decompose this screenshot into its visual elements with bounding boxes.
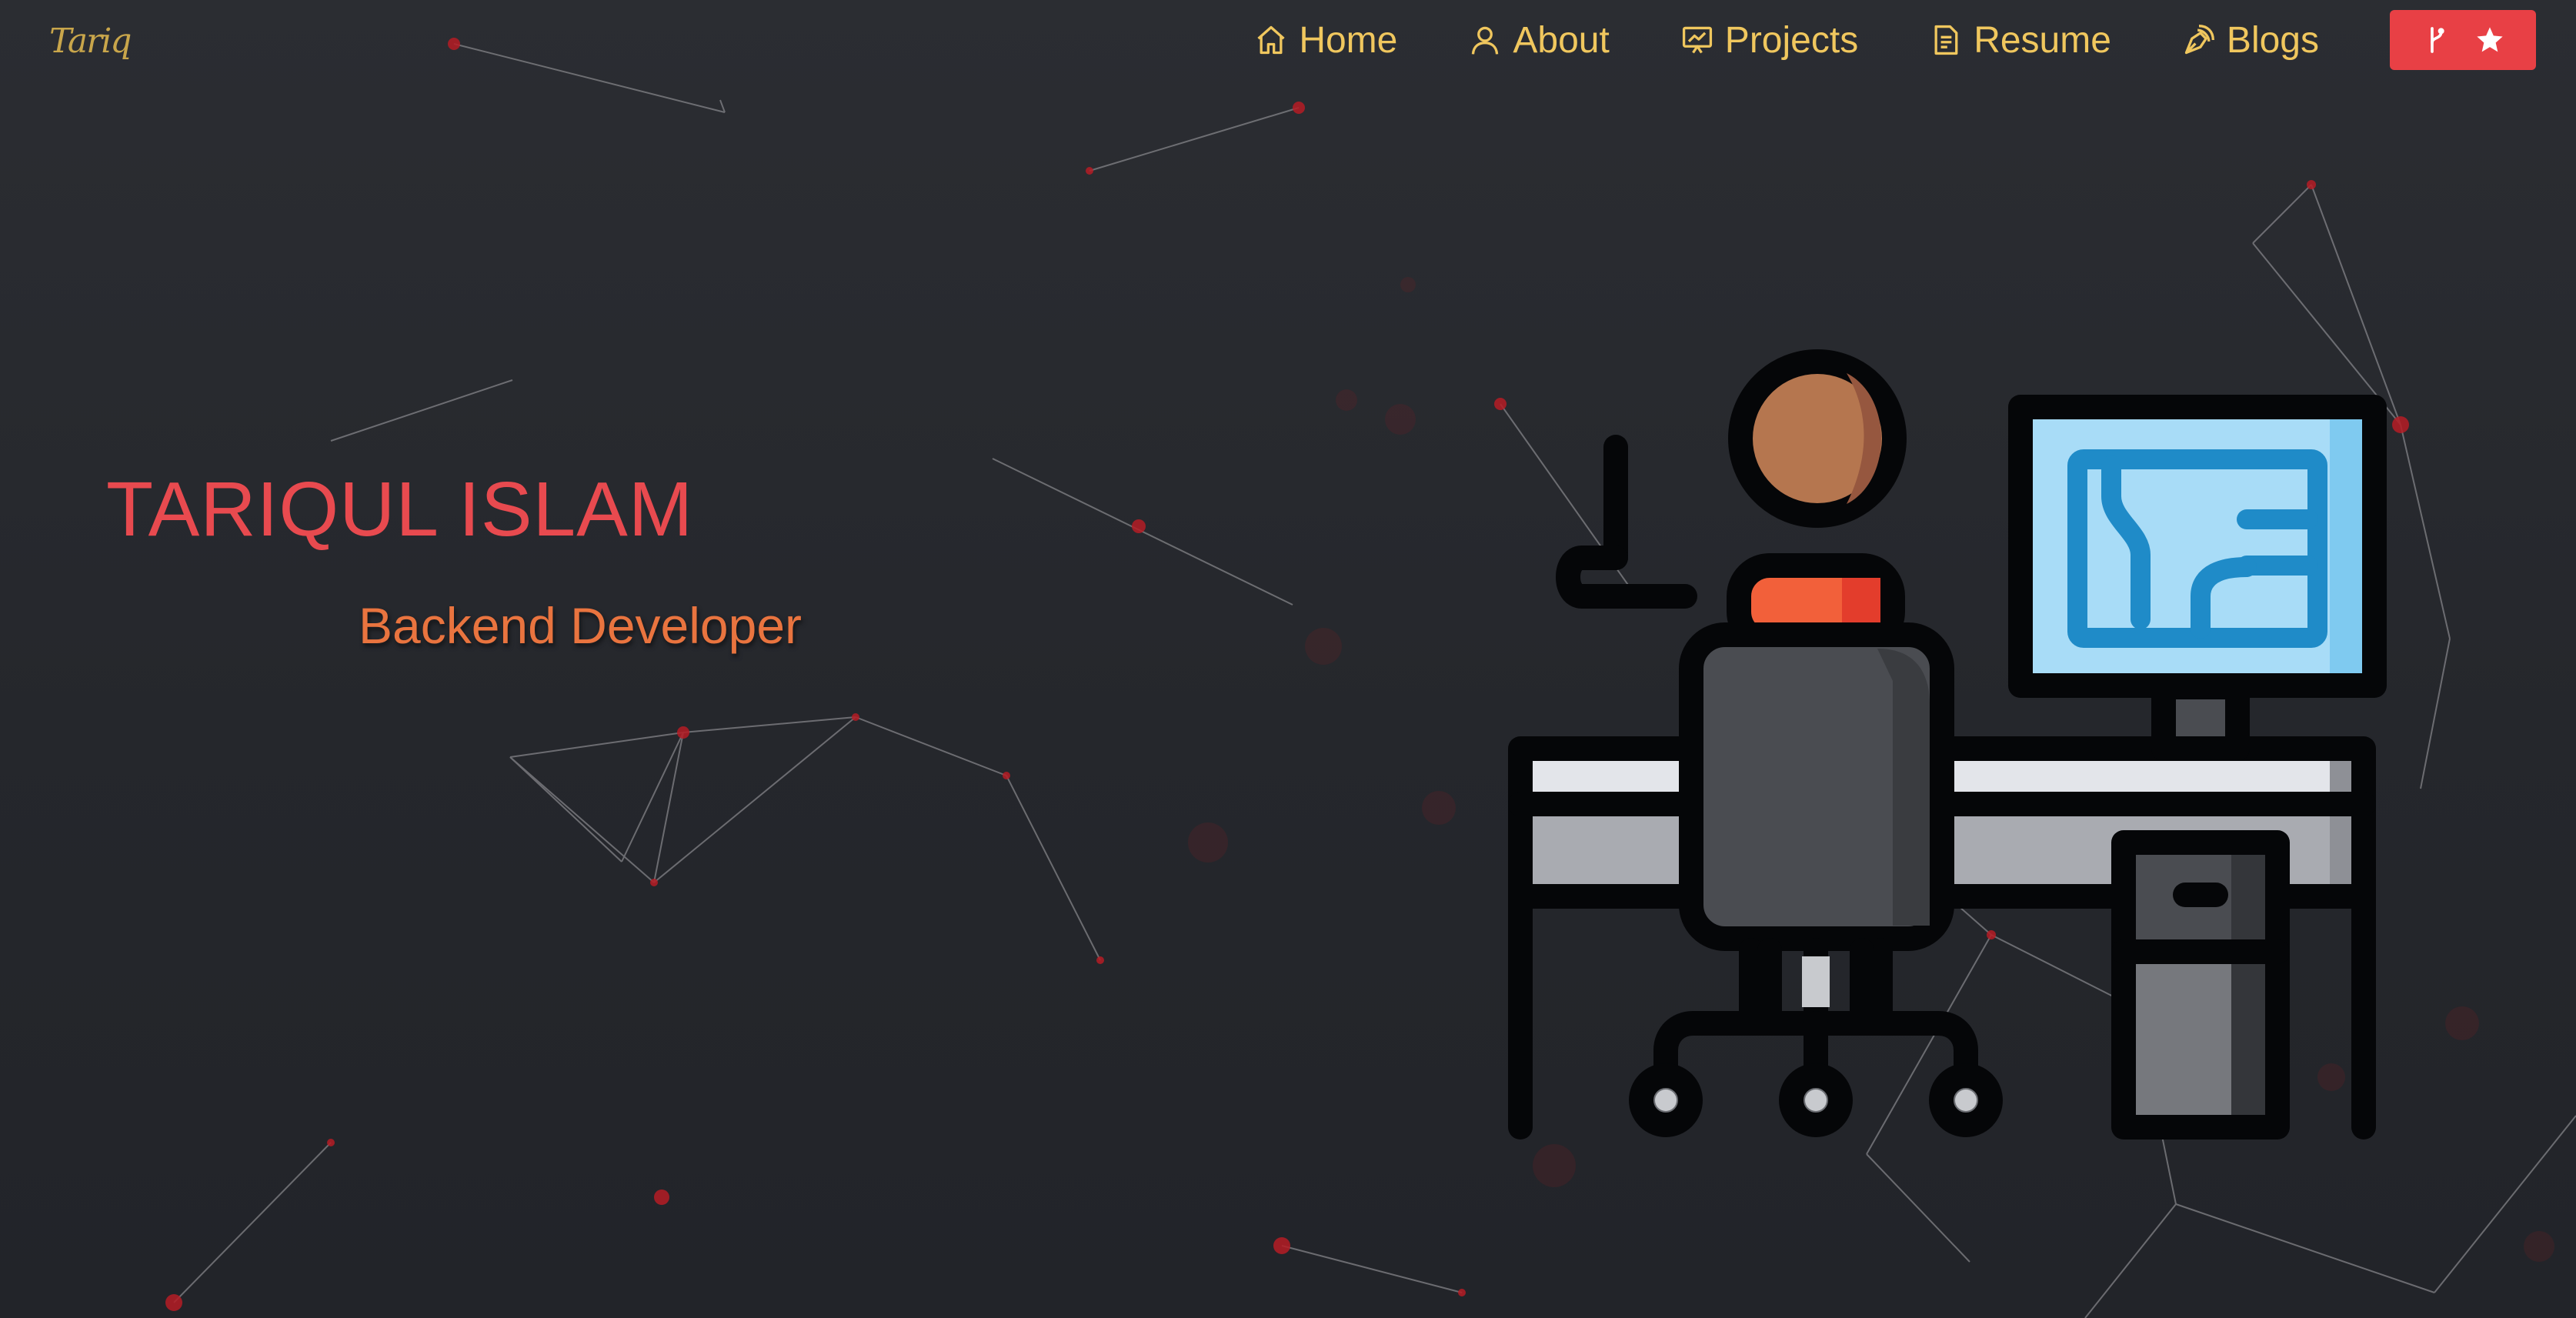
main-nav: Home About Projects Resume Blogs — [1254, 0, 2576, 80]
nav-home[interactable]: Home — [1254, 19, 1397, 62]
hero-role: Backend Developer — [359, 597, 802, 654]
hero-section: Tariq Home About Projects Resume Blogs T… — [0, 0, 2576, 1318]
nav-home-label: Home — [1299, 19, 1398, 61]
document-icon — [1934, 25, 1958, 55]
nav-about[interactable]: About — [1468, 19, 1610, 62]
presentation-icon — [1682, 26, 1712, 54]
nav-about-label: About — [1513, 19, 1610, 61]
home-icon — [1257, 25, 1285, 55]
star-icon — [2477, 27, 2503, 52]
fork-icon — [2431, 27, 2444, 53]
site-logo[interactable]: Tariq — [49, 22, 132, 61]
github-star-button[interactable] — [2390, 10, 2536, 70]
developer-illustration — [1508, 349, 2387, 1139]
nav-blogs-label: Blogs — [2226, 19, 2319, 61]
hero-name: TARIQUL ISLAM — [106, 466, 694, 552]
user-icon — [1472, 26, 1499, 55]
nav-projects[interactable]: Projects — [1680, 19, 1858, 62]
nav-resume[interactable]: Resume — [1929, 19, 2111, 62]
nav-resume-label: Resume — [1974, 19, 2111, 61]
pen-nib-icon — [2184, 25, 2214, 55]
nav-projects-label: Projects — [1724, 19, 1859, 61]
nav-blogs[interactable]: Blogs — [2182, 19, 2319, 62]
